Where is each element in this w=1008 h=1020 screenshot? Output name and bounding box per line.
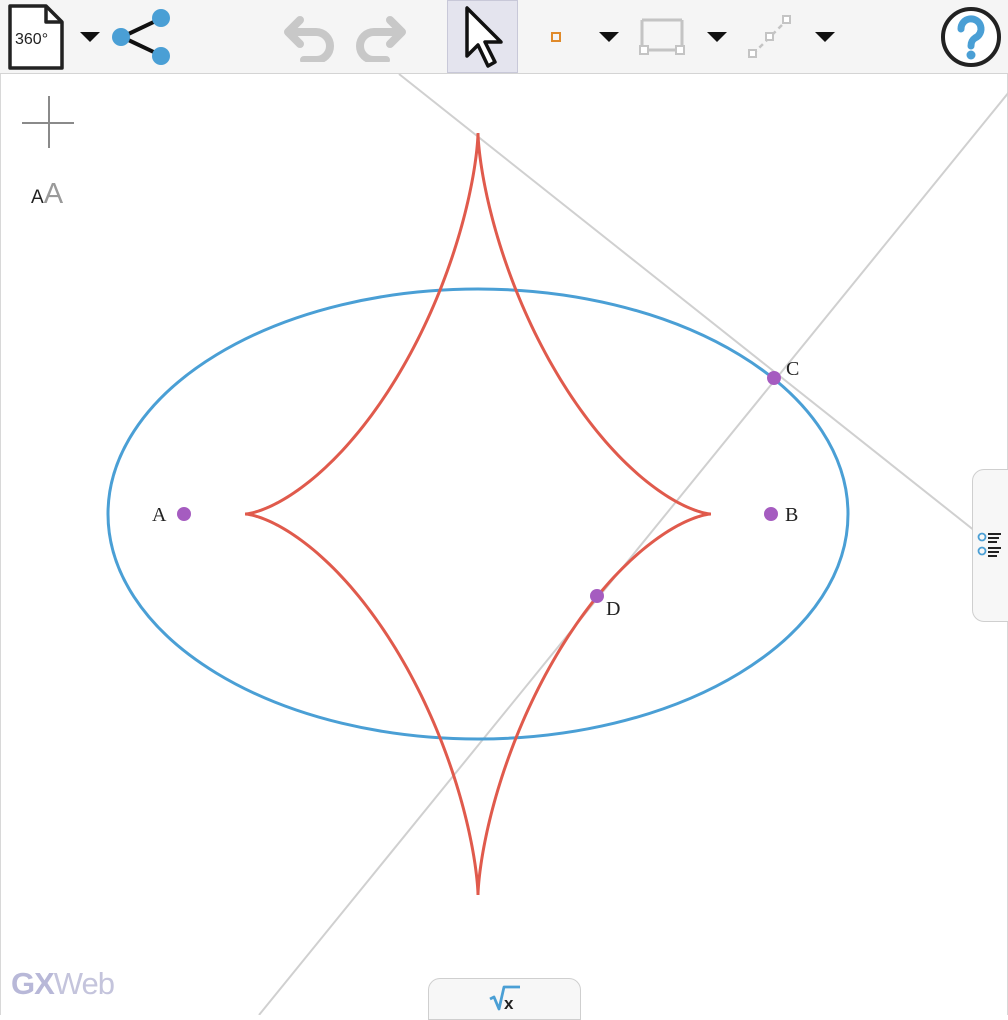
move-graphics-button[interactable]: [22, 96, 76, 150]
point-a[interactable]: A: [152, 504, 191, 526]
point-tool-button[interactable]: [544, 0, 568, 73]
algebra-panel-tab[interactable]: [972, 469, 1008, 622]
share-icon: [112, 8, 170, 65]
point-icon: [551, 31, 561, 42]
undo-icon: [284, 15, 334, 62]
gxweb-logo: GXWeb: [11, 966, 115, 1002]
point-c-label: C: [786, 358, 799, 380]
share-button[interactable]: [108, 0, 174, 73]
segment-tool-button[interactable]: [636, 0, 688, 73]
file-label: 360°: [15, 31, 49, 48]
input-bar-tab[interactable]: x: [428, 978, 581, 1020]
segment-tool-dropdown[interactable]: [703, 0, 731, 73]
caret-down-icon: [815, 31, 835, 42]
geometry-drawing: A B C D: [106, 74, 1008, 1015]
brand-gx: GX: [11, 966, 55, 1001]
file-button[interactable]: 360°: [6, 0, 66, 73]
tangent-line[interactable]: [398, 74, 1008, 559]
construct-tool-dropdown[interactable]: [811, 0, 839, 73]
segment-icon: [639, 18, 685, 55]
redo-button[interactable]: [350, 0, 410, 73]
toolbar: 360°: [0, 0, 1008, 74]
geometry-canvas[interactable]: A B C D: [0, 74, 1008, 1015]
svg-text:x: x: [504, 994, 514, 1013]
caret-down-icon: [80, 31, 100, 42]
caret-down-icon: [707, 31, 727, 42]
redo-icon: [356, 15, 406, 62]
help-icon: [941, 6, 1001, 67]
normal-line[interactable]: [258, 91, 1008, 1015]
point-b[interactable]: B: [764, 504, 798, 526]
text-size-large-glyph: A: [43, 178, 64, 210]
evolute-curve[interactable]: [245, 133, 711, 895]
undo-button[interactable]: [280, 0, 340, 73]
construct-tool-button[interactable]: [744, 0, 796, 73]
point-d-label: D: [606, 598, 620, 620]
text-size-button[interactable]: AA: [31, 178, 63, 211]
help-button[interactable]: [938, 0, 1004, 73]
arrow-cursor-icon: [464, 5, 503, 68]
file-menu-dropdown[interactable]: [76, 0, 104, 73]
ellipse-curve[interactable]: [106, 287, 850, 741]
brand-web: Web: [53, 966, 115, 1001]
crosshair-icon: [22, 96, 74, 148]
point-a-label: A: [152, 504, 167, 526]
point-tool-dropdown[interactable]: [595, 0, 623, 73]
sqrt-x-icon: x: [488, 985, 520, 1013]
list-icon: [977, 532, 1001, 557]
point-d[interactable]: D: [590, 589, 620, 620]
construct-icon: [748, 14, 791, 58]
caret-down-icon: [599, 31, 619, 42]
text-size-small-glyph: A: [31, 187, 44, 208]
point-b-label: B: [785, 504, 798, 526]
select-tool-button[interactable]: [447, 0, 518, 73]
